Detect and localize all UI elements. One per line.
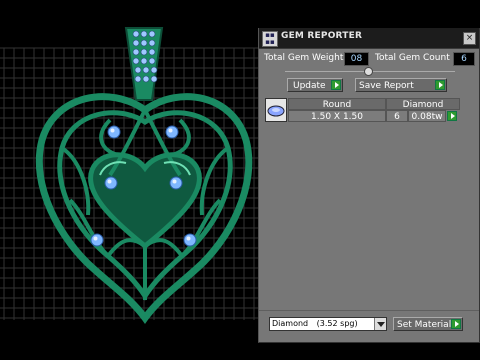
material-select-spg: (3.52 spg) [316, 319, 358, 328]
round-diamond-gem [107, 125, 121, 139]
bail-gem [150, 75, 158, 83]
gem-sparkle [110, 128, 115, 133]
round-diamond-gem [165, 125, 179, 139]
panel-footer: Diamond (3.52 spg) Set Material [259, 310, 479, 343]
play-icon [435, 80, 445, 90]
gem-shape-header: Round [288, 98, 386, 110]
bail-gem [140, 30, 148, 38]
play-icon [451, 319, 461, 329]
gem-sparkle [107, 179, 112, 184]
gem-thumbnail[interactable] [265, 98, 287, 122]
gem-sparkle [93, 236, 98, 241]
total-gem-weight-label: Total Gem Weight [264, 53, 344, 63]
save-report-button[interactable]: Save Report [355, 78, 447, 92]
panel-titlebar[interactable]: ▪▪ ▪▪ GEM REPORTER × [259, 28, 479, 49]
gem-weight-cell: 0.08tw [408, 110, 446, 122]
bail-gem [132, 48, 140, 56]
play-icon[interactable] [447, 111, 457, 121]
round-diamond-gem [169, 176, 183, 190]
gem-size-cell: 1.50 X 1.50 [288, 110, 386, 122]
gem-table: Round Diamond 1.50 X 1.50 6 0.08tw [265, 98, 460, 123]
material-select[interactable]: Diamond (3.52 spg) [269, 317, 387, 331]
panel-title: GEM REPORTER [281, 31, 363, 41]
gem-list-area [265, 127, 471, 307]
gem-sparkle [172, 179, 177, 184]
bail-gem [142, 75, 150, 83]
update-button[interactable]: Update [287, 78, 343, 92]
bail-gem [134, 75, 142, 83]
splitter-knob-icon[interactable] [364, 67, 373, 76]
inner-heart [88, 152, 202, 250]
bail-gem [142, 66, 150, 74]
bail-gem [140, 48, 148, 56]
close-button[interactable]: × [463, 32, 476, 45]
round-diamond-gem [90, 233, 104, 247]
gem-reporter-panel: ▪▪ ▪▪ GEM REPORTER × Total Gem Weight 08 … [258, 28, 480, 343]
bail-gem [134, 66, 142, 74]
bail-gem [150, 66, 158, 74]
gem-sparkle [168, 128, 173, 133]
total-gem-count-value: 6 [453, 52, 475, 66]
round-diamond-gem [183, 233, 197, 247]
3d-viewport[interactable] [0, 0, 258, 360]
round-diamond-gem [104, 176, 118, 190]
play-icon [331, 80, 341, 90]
bail-gem [148, 30, 156, 38]
round-gem-icon [267, 105, 285, 117]
bail-gem [132, 57, 140, 65]
total-gem-count-label: Total Gem Count [375, 53, 450, 63]
bail-gem [148, 48, 156, 56]
set-material-button[interactable]: Set Material [393, 317, 463, 331]
bail-gem [132, 39, 140, 47]
viewport-canvas[interactable] [0, 0, 258, 360]
gem-reporter-icon: ▪▪ ▪▪ [262, 31, 278, 47]
bail-gem [132, 30, 140, 38]
bail-gem [140, 39, 148, 47]
set-material-button-label: Set Material [397, 320, 452, 330]
chevron-down-icon[interactable] [374, 318, 386, 330]
total-gem-weight-value: 08 [344, 52, 369, 66]
gem-sparkle [186, 236, 191, 241]
bail-gem [140, 57, 148, 65]
bail-gem [148, 57, 156, 65]
update-button-label: Update [293, 81, 326, 91]
gem-count-cell: 6 [386, 110, 408, 122]
material-select-value: Diamond [272, 319, 309, 328]
gem-material-header: Diamond [386, 98, 460, 110]
bail-gem [148, 39, 156, 47]
save-report-button-label: Save Report [359, 81, 414, 91]
